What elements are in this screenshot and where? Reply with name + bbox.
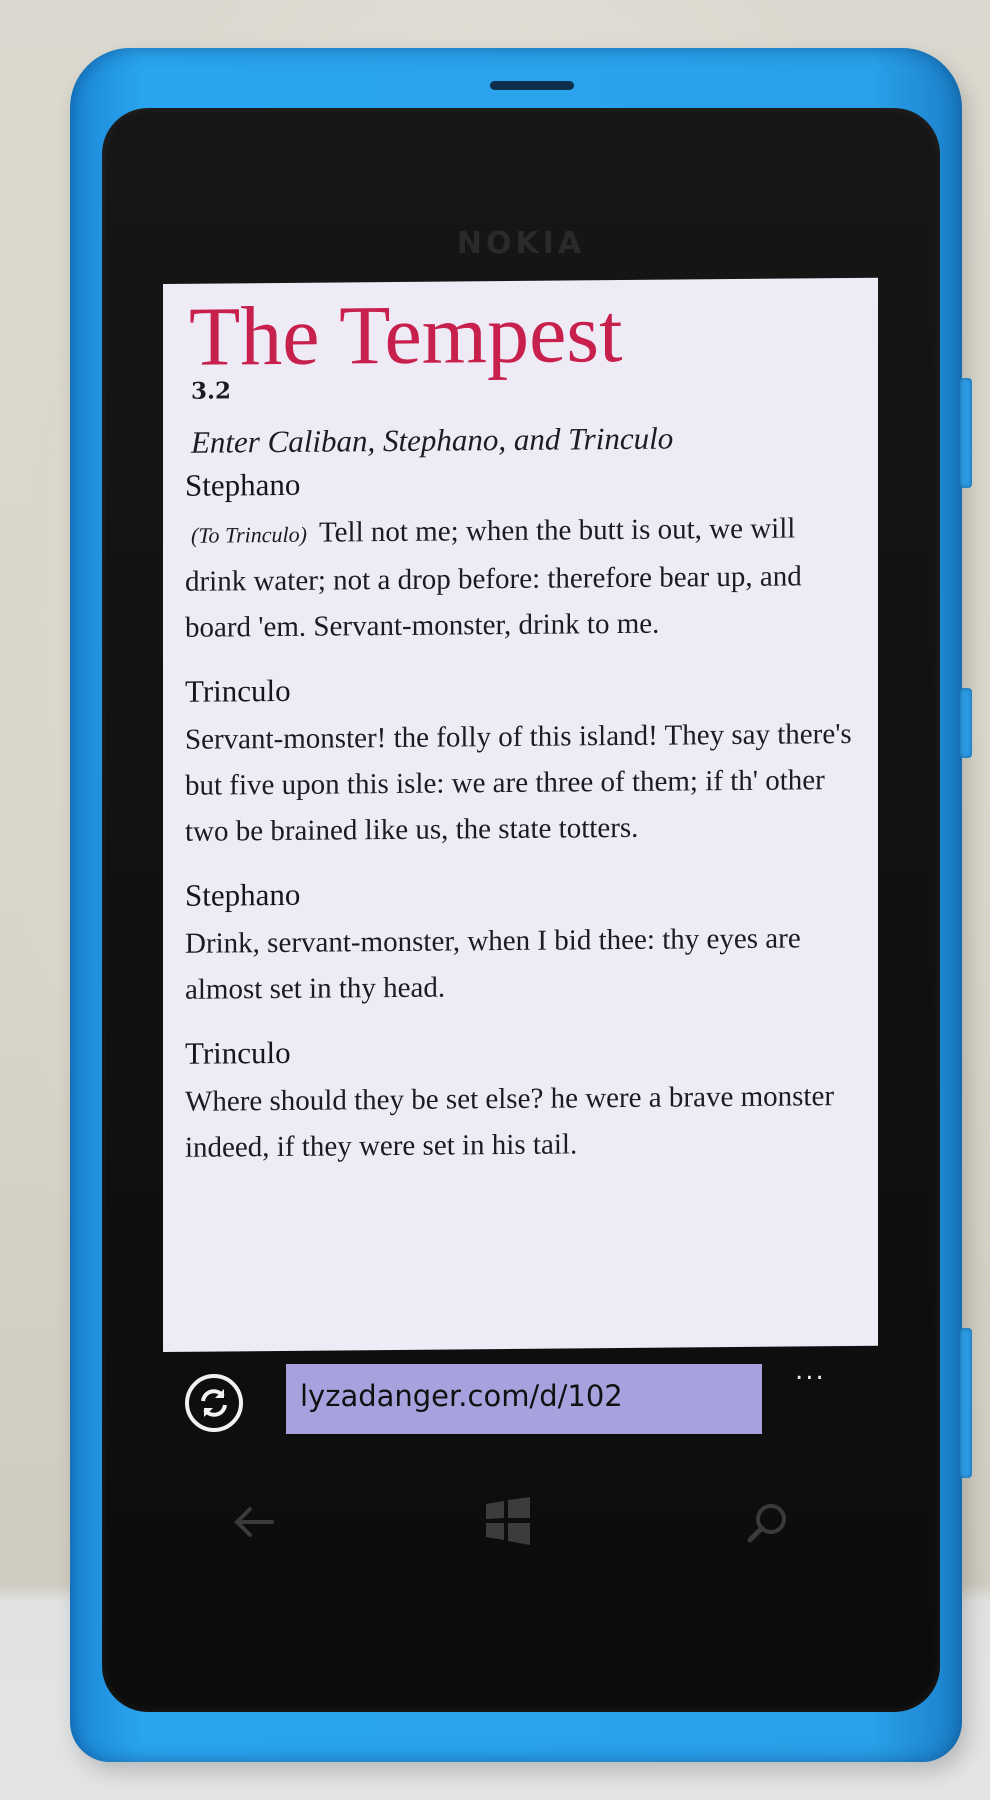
stage-direction: Enter Caliban, Stephano, and Trinculo <box>191 420 674 460</box>
search-icon[interactable] <box>744 1500 790 1546</box>
lock-button <box>960 688 972 758</box>
brand-logo: NOKIA <box>456 226 586 261</box>
earpiece-slot <box>490 81 574 90</box>
more-options-button[interactable]: ... <box>795 1356 826 1386</box>
url-input[interactable]: lyzadanger.com/d/102 <box>286 1364 762 1434</box>
url-text: lyzadanger.com/d/102 <box>300 1379 623 1413</box>
page-title: The Tempest <box>189 286 623 384</box>
speaker-name: Stephano <box>185 466 301 503</box>
speech-text: Servant-monster! the folly of this islan… <box>185 717 852 848</box>
speaker-name: Trinculo <box>185 1034 291 1071</box>
play-page: The Tempest 3.2 Enter Caliban, Stephano,… <box>163 278 878 1171</box>
camera-button <box>960 1328 972 1478</box>
refresh-button[interactable] <box>185 1374 243 1432</box>
speech-text: (To Trinculo) Tell not me; when the butt … <box>185 505 860 651</box>
browser-viewport[interactable]: The Tempest 3.2 Enter Caliban, Stephano,… <box>163 277 878 1353</box>
speech-text: Where should they be set else? he were a… <box>185 1080 835 1164</box>
stage-aside: (To Trinculo) <box>191 521 307 548</box>
volume-button <box>960 378 972 488</box>
speaker-name: Stephano <box>185 876 301 913</box>
refresh-icon <box>201 1389 227 1417</box>
browser-address-bar: lyzadanger.com/d/102 ... <box>163 1352 878 1456</box>
windows-logo-icon[interactable] <box>482 1496 534 1546</box>
back-arrow-icon[interactable] <box>232 1504 276 1540</box>
speech-text: Drink, servant-monster, when I bid thee:… <box>185 922 801 1006</box>
speaker-name: Trinculo <box>185 672 291 709</box>
